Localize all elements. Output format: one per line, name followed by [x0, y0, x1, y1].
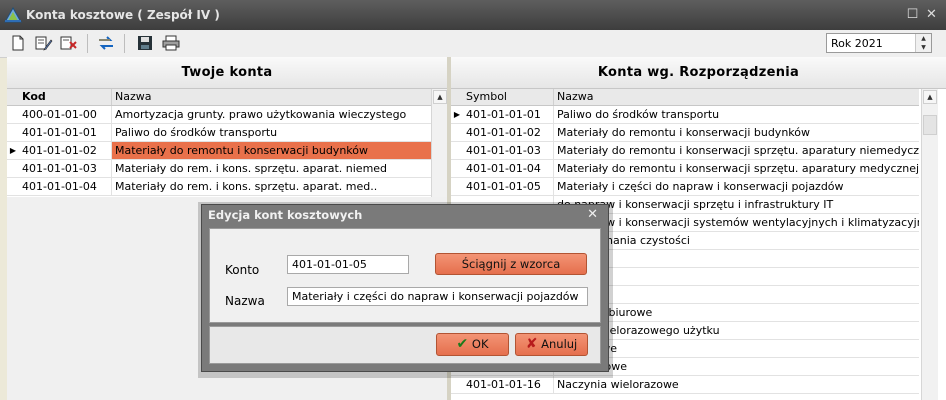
column-header-symbol[interactable]: Symbol	[463, 89, 553, 105]
right-scrollbar[interactable]: ▲	[921, 89, 938, 400]
cell-symbol: 401-01-01-04	[466, 162, 541, 175]
year-select-value: Rok 2021	[831, 37, 883, 50]
spin-up-icon[interactable]: ▲	[921, 35, 926, 42]
cell-kod: 400-01-01-00	[22, 108, 97, 121]
row-pointer-icon: ▶	[453, 110, 461, 119]
scroll-thumb[interactable]	[923, 115, 937, 135]
delete-icon[interactable]	[59, 33, 79, 53]
spin-down-icon[interactable]: ▼	[921, 44, 926, 51]
cancel-x-icon: ✘	[525, 336, 538, 352]
table-row[interactable]: ▶ 401-01-01-01 Paliwo do środków transport…	[451, 106, 919, 124]
edit-dialog: Edycja kont kosztowych ✕ Konto 401-01-01…	[201, 204, 609, 372]
ok-button[interactable]: ✔ OK	[436, 333, 509, 356]
table-row-selected[interactable]: ▶ 401-01-01-02 Materiały do remontu i ko…	[7, 142, 431, 160]
cell-nazwa: Amortyzacja grunty. prawo użytkowania wi…	[111, 106, 431, 123]
scroll-up-icon[interactable]: ▲	[923, 90, 937, 104]
cell-nazwa: Paliwo do środków transportu	[553, 106, 919, 123]
left-grid-header: Kod Nazwa	[7, 89, 431, 106]
cancel-button[interactable]: ✘ Anuluj	[515, 333, 588, 356]
konto-label: Konto	[225, 263, 260, 277]
cell-kod: 401-01-01-04	[22, 180, 97, 193]
save-icon[interactable]	[135, 33, 155, 53]
cell-symbol: 401-01-01-16	[466, 378, 541, 391]
scroll-up-icon[interactable]: ▲	[433, 90, 447, 104]
row-pointer-icon: ▶	[9, 146, 17, 155]
cell-symbol: 401-01-01-01	[466, 108, 541, 121]
window-title: Konta kosztowe ( Zespół IV )	[26, 8, 220, 22]
cell-kod: 401-01-01-01	[22, 126, 97, 139]
table-row[interactable]: 401-01-01-01 Paliwo do środków transport…	[7, 124, 431, 142]
right-pane-title: Konta wg. Rozporządzenia	[451, 57, 946, 89]
column-header-nazwa[interactable]: Nazwa	[111, 89, 431, 105]
print-icon[interactable]	[161, 33, 181, 53]
cell-nazwa: Paliwo do środków transportu	[111, 124, 431, 141]
year-spinner[interactable]: ▲ ▼	[915, 34, 931, 52]
cell-kod: 401-01-01-03	[22, 162, 97, 175]
cell-symbol: 401-01-01-05	[466, 180, 541, 193]
cell-nazwa: Materiały do remontu i konserwacji sprzę…	[553, 160, 919, 177]
cell-nazwa: Materiały do remontu i konserwacji budyn…	[111, 142, 431, 159]
table-row[interactable]: 401-01-01-03 Materiały do rem. i kons. s…	[7, 160, 431, 178]
cell-symbol: 401-01-01-03	[466, 144, 541, 157]
close-icon[interactable]: ✕	[587, 207, 598, 222]
cell-nazwa: Materiały do remontu i konserwacji budyn…	[553, 124, 919, 141]
cell-nazwa: Naczynia wielorazowe	[553, 376, 919, 393]
toolbar-separator	[87, 34, 88, 53]
year-select[interactable]: Rok 2021 ▲ ▼	[826, 33, 932, 53]
column-header-kod[interactable]: Kod	[19, 89, 111, 105]
cell-nazwa: Materiały do remontu i konserwacji sprzę…	[553, 142, 919, 159]
table-row[interactable]: 401-01-01-16 Naczynia wielorazowe	[451, 376, 919, 394]
table-row[interactable]: 400-01-01-00 Amortyzacja grunty. prawo u…	[7, 106, 431, 124]
maximize-icon[interactable]: ☐	[906, 8, 919, 21]
cell-symbol: 401-01-01-02	[466, 126, 541, 139]
cell-nazwa: Materiały i części do napraw i konserwac…	[553, 178, 919, 195]
right-grid-header: Symbol Nazwa	[451, 89, 919, 106]
title-bar: Konta kosztowe ( Zespół IV ) ☐ ✕	[0, 0, 946, 31]
dialog-footer: ✔ OK ✘ Anuluj	[209, 326, 601, 364]
cell-nazwa: Materiały do rem. i kons. sprzętu. apara…	[111, 160, 431, 177]
check-icon: ✔	[456, 336, 469, 352]
cell-nazwa: Materiały do rem. i kons. sprzętu. apara…	[111, 178, 431, 195]
swap-icon[interactable]	[96, 33, 116, 53]
app-logo-icon	[4, 7, 22, 23]
table-row[interactable]: 401-01-01-04 Materiały do rem. i kons. s…	[7, 178, 431, 196]
toolbar: Rok 2021 ▲ ▼	[0, 30, 946, 58]
ok-button-label: OK	[471, 337, 489, 351]
dialog-title: Edycja kont kosztowych	[208, 208, 363, 222]
table-row[interactable]: 401-01-01-02 Materiały do remontu i konse…	[451, 124, 919, 142]
new-document-icon[interactable]	[8, 33, 28, 53]
konto-field[interactable]: 401-01-01-05	[287, 255, 409, 274]
toolbar-separator	[124, 34, 125, 53]
table-row[interactable]: 401-01-01-05 Materiały i części do napraw…	[451, 178, 919, 196]
close-icon[interactable]: ✕	[925, 8, 938, 21]
fetch-from-template-button[interactable]: Ściągnij z wzorca	[435, 253, 587, 275]
table-row[interactable]: 401-01-01-04 Materiały do remontu i konse…	[451, 160, 919, 178]
table-row[interactable]: 401-01-01-03 Materiały do remontu i konse…	[451, 142, 919, 160]
left-pane-title: Twoje konta	[7, 57, 447, 89]
cell-kod: 401-01-01-02	[22, 144, 97, 157]
column-header-nazwa[interactable]: Nazwa	[553, 89, 919, 105]
dialog-body: Konto 401-01-01-05 Ściągnij z wzorca Naz…	[209, 228, 601, 323]
edit-icon[interactable]	[34, 33, 54, 53]
cancel-button-label: Anuluj	[541, 337, 578, 351]
nazwa-field[interactable]: Materiały i części do napraw i konserwac…	[287, 287, 588, 306]
nazwa-label: Nazwa	[225, 294, 265, 308]
left-scrollbar[interactable]: ▲	[431, 89, 448, 197]
